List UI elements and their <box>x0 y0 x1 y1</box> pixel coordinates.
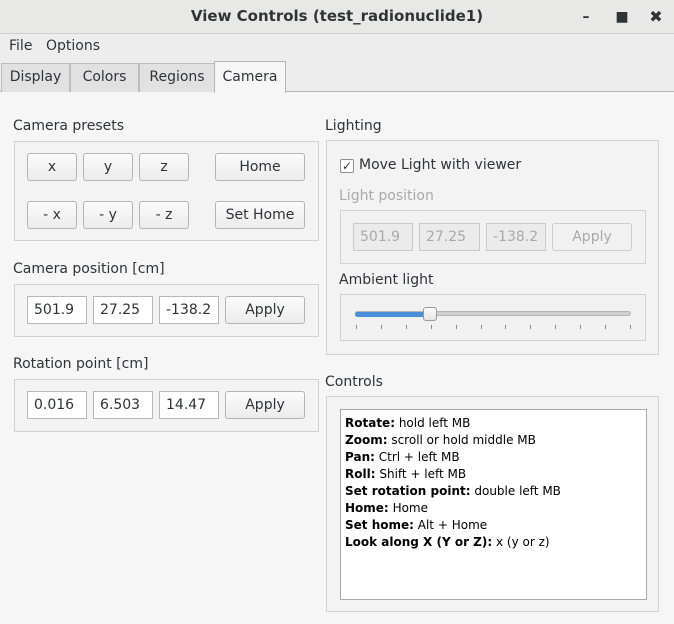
lighting-group: ✓ Move Light with viewer Light position … <box>326 140 659 355</box>
camera-position-x-input[interactable]: 501.9 <box>27 296 87 324</box>
camera-position-apply-button[interactable]: Apply <box>225 296 305 324</box>
preset-neg-y-button[interactable]: - y <box>83 201 133 229</box>
tab-regions[interactable]: Regions <box>139 63 215 92</box>
light-position-x-input: 501.9 <box>353 223 413 251</box>
light-position-group: 501.9 27.25 -138.2 Apply <box>340 210 646 264</box>
slider-tick <box>630 325 631 329</box>
slider-tick <box>605 325 606 329</box>
controls-line: Home: Home <box>345 501 428 515</box>
set-home-button[interactable]: Set Home <box>215 201 305 229</box>
window-title: View Controls (test_radionuclide1) <box>190 7 484 25</box>
menu-options[interactable]: Options <box>46 38 100 54</box>
rotation-point-group: 0.016 6.503 14.47 Apply <box>14 379 319 432</box>
ambient-light-slider[interactable] <box>355 305 631 335</box>
controls-line: Zoom: scroll or hold middle MB <box>345 433 536 447</box>
controls-line: Roll: Shift + left MB <box>345 467 467 481</box>
slider-tick <box>406 325 407 329</box>
controls-label: Controls <box>325 374 383 390</box>
light-position-z-input: -138.2 <box>486 223 546 251</box>
controls-help-text: Rotate: hold left MB Zoom: scroll or hol… <box>340 409 647 600</box>
rotation-point-label: Rotation point [cm] <box>13 356 149 372</box>
preset-neg-z-button[interactable]: - z <box>139 201 189 229</box>
slider-tick <box>505 325 506 329</box>
rotation-point-z-input[interactable]: 14.47 <box>159 391 219 419</box>
checkmark-icon: ✓ <box>341 159 353 173</box>
controls-line: Pan: Ctrl + left MB <box>345 450 460 464</box>
controls-group: Rotate: hold left MB Zoom: scroll or hol… <box>326 396 659 612</box>
minimize-icon[interactable]: – <box>575 6 597 28</box>
ambient-light-group <box>340 294 646 341</box>
slider-tick <box>555 325 556 329</box>
rotation-point-x-input[interactable]: 0.016 <box>27 391 87 419</box>
slider-tick <box>381 325 382 329</box>
preset-x-button[interactable]: x <box>27 153 77 181</box>
camera-presets-group: x y z Home - x - y - z Set Home <box>14 141 319 241</box>
maximize-icon[interactable]: ■ <box>611 6 633 28</box>
close-icon[interactable]: ✖ <box>645 6 667 28</box>
preset-z-button[interactable]: z <box>139 153 189 181</box>
preset-neg-x-button[interactable]: - x <box>27 201 77 229</box>
menu-file[interactable]: File <box>9 38 32 54</box>
slider-tick <box>580 325 581 329</box>
preset-y-button[interactable]: y <box>83 153 133 181</box>
camera-position-group: 501.9 27.25 -138.2 Apply <box>14 284 319 337</box>
slider-handle[interactable] <box>423 307 437 321</box>
slider-tick <box>431 325 432 329</box>
slider-tick <box>356 325 357 329</box>
title-bar: View Controls (test_radionuclide1) – ■ ✖ <box>0 0 674 34</box>
lighting-label: Lighting <box>325 118 382 134</box>
controls-line: Rotate: hold left MB <box>345 416 471 430</box>
move-light-checkbox[interactable]: ✓ <box>340 159 354 173</box>
slider-tick <box>481 325 482 329</box>
light-position-apply-button: Apply <box>552 223 632 251</box>
slider-fill <box>355 312 430 317</box>
controls-line: Set home: Alt + Home <box>345 518 488 532</box>
light-position-label: Light position <box>339 188 434 204</box>
slider-tick <box>456 325 457 329</box>
tab-camera[interactable]: Camera <box>214 61 286 93</box>
camera-position-y-input[interactable]: 27.25 <box>93 296 153 324</box>
camera-presets-label: Camera presets <box>13 118 125 134</box>
camera-position-label: Camera position [cm] <box>13 261 165 277</box>
controls-line: Look along X (Y or Z): x (y or z) <box>345 535 550 549</box>
ambient-light-label: Ambient light <box>339 272 434 288</box>
move-light-label: Move Light with viewer <box>359 157 522 173</box>
tab-colors[interactable]: Colors <box>70 63 139 92</box>
camera-position-z-input[interactable]: -138.2 <box>159 296 219 324</box>
menu-bar: File Options <box>0 34 674 60</box>
controls-line: Set rotation point: double left MB <box>345 484 561 498</box>
slider-tick <box>530 325 531 329</box>
rotation-point-y-input[interactable]: 6.503 <box>93 391 153 419</box>
home-button[interactable]: Home <box>215 153 305 181</box>
camera-tab-panel: Camera presets x y z Home - x - y - z Se… <box>0 91 674 624</box>
tab-display[interactable]: Display <box>1 63 70 92</box>
light-position-y-input: 27.25 <box>419 223 480 251</box>
rotation-point-apply-button[interactable]: Apply <box>225 391 305 419</box>
